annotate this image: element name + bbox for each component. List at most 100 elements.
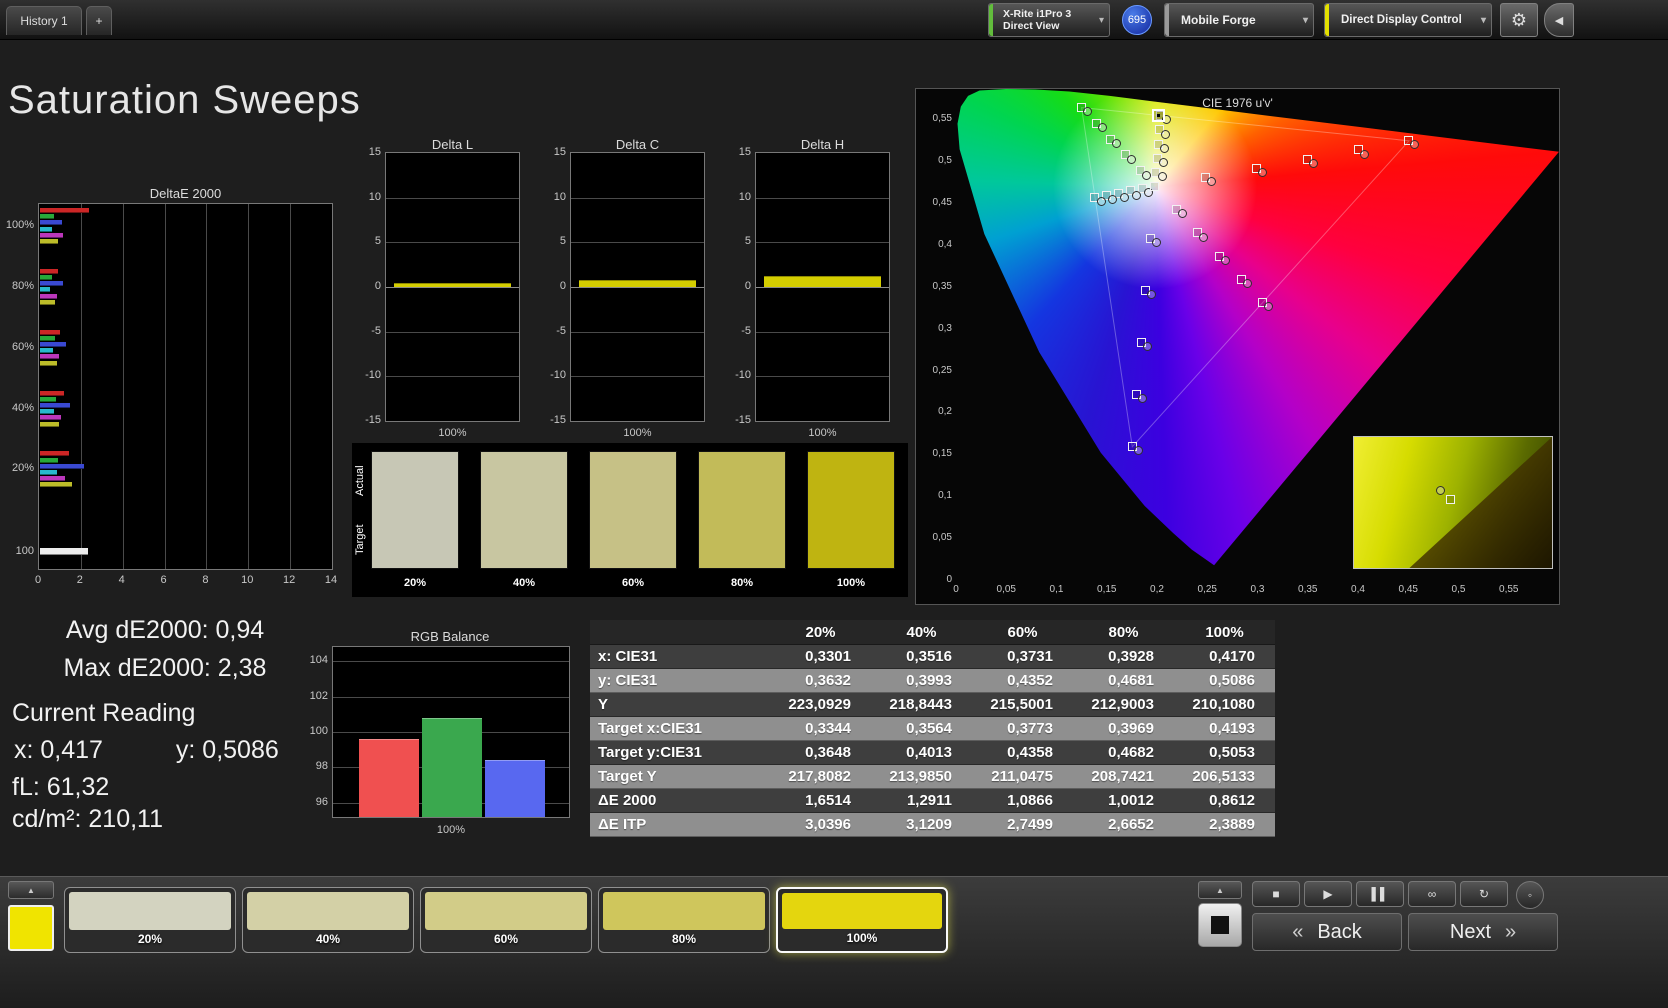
table-row-label: Y <box>590 693 770 717</box>
sample-swatch-label: 80% <box>730 577 754 589</box>
next-button[interactable]: Next » <box>1408 913 1558 951</box>
max-de2000: Max dE2000: 2,38 <box>63 654 267 682</box>
power-button[interactable]: ◦ <box>1516 881 1544 909</box>
back-button[interactable]: « Back <box>1252 913 1402 951</box>
de-bar <box>40 335 55 341</box>
table-cell: 0,4352 <box>972 669 1073 693</box>
workflow-accent-strip <box>1325 4 1329 36</box>
plus-icon: + <box>95 14 103 28</box>
table-row-label: Target x:CIE31 <box>590 717 770 741</box>
x-tick-label: 14 <box>324 574 338 586</box>
table-cell: 0,5053 <box>1174 741 1275 765</box>
stop-pattern-button[interactable] <box>1198 903 1242 947</box>
settings-gear-icon: ⚙ <box>1510 9 1528 30</box>
inset-measured-marker <box>1436 485 1446 495</box>
stop-square-icon <box>1211 916 1229 934</box>
swatch-chip <box>247 892 409 930</box>
x-tick-label: 8 <box>202 574 209 586</box>
y-tick-label: -5 <box>371 324 381 337</box>
cie-zoom-inset <box>1353 436 1553 569</box>
gridline <box>122 204 124 569</box>
y-tick-label: 100 <box>15 545 34 558</box>
de-bar <box>40 482 73 488</box>
gridline <box>571 376 704 378</box>
table-row-label: ΔE 2000 <box>590 789 770 813</box>
red-measured-marker <box>1258 167 1268 177</box>
sample-swatch-label: 100% <box>836 577 866 589</box>
y-tick-label: -10 <box>735 369 751 382</box>
table-cell: 213,9850 <box>871 765 972 789</box>
saturation-swatch-button-100%[interactable]: 100% <box>776 887 948 953</box>
y-tick-label: 40% <box>11 401 34 414</box>
y-tick-label: -15 <box>365 414 381 426</box>
saturation-swatch-button-80%[interactable]: 80% <box>598 887 770 953</box>
blue-bar <box>485 760 545 817</box>
saturation-swatch-button-60%[interactable]: 60% <box>420 887 592 953</box>
table-header: 80% <box>1073 620 1174 645</box>
bottom-bar: ▲ ▲ « Back Next » 20% 40% 60% 80% 100% ■ ▶ ▌▌ ∞ ↻… <box>0 876 1668 1008</box>
y-tick-label: 0 <box>559 280 566 292</box>
table-cell: 2,7499 <box>972 813 1073 837</box>
y-tick-label: -5 <box>556 324 566 337</box>
table-cell: 0,3632 <box>770 669 871 693</box>
current-color-swatch <box>8 905 54 951</box>
rgb-balance-plot <box>332 646 570 818</box>
up-arrow-icon: ▲ <box>1216 885 1224 895</box>
sample-swatch-60% <box>589 451 677 569</box>
gridline <box>386 242 519 244</box>
refresh-button[interactable]: ↻ <box>1460 881 1508 907</box>
de-bar <box>40 220 62 226</box>
magenta-measured-marker <box>1242 279 1252 289</box>
table-cell: 0,3969 <box>1073 717 1174 741</box>
x-tick-label: 0,1 <box>1049 584 1064 595</box>
settings-button[interactable]: ⚙ <box>1500 3 1538 37</box>
deltaC-title: Delta C <box>615 137 660 152</box>
y-tick-label: 80% <box>11 279 34 292</box>
y-tick-label: 100 <box>309 725 328 737</box>
loop-infinite-button[interactable]: ∞ <box>1408 881 1456 907</box>
gridline <box>571 331 704 333</box>
table-cell: 0,3731 <box>972 645 1073 669</box>
chevron-right-icon: » <box>1505 920 1517 943</box>
y-tick-label: 10 <box>368 190 381 203</box>
table-cell: 218,8443 <box>871 693 972 717</box>
deltae2000-xlabels: 0 2 4 6 8 10 12 14 <box>35 574 337 588</box>
saturation-swatch-button-20%[interactable]: 20% <box>64 887 236 953</box>
table-cell: 0,4013 <box>871 741 972 765</box>
session-count-badge[interactable]: 695 <box>1122 5 1152 35</box>
meter-dropdown[interactable]: X-Rite i1Pro 3 Direct View ▾ <box>988 3 1110 37</box>
de-bar <box>40 451 70 457</box>
table-header: 20% <box>770 620 871 645</box>
page-title: Saturation Sweeps <box>8 78 361 122</box>
table-cell: 3,1209 <box>871 813 972 837</box>
table-cell: 0,5086 <box>1174 669 1275 693</box>
new-tab-button[interactable]: + <box>86 6 112 35</box>
current-cdm2: cd/m²: 210,11 <box>12 805 164 833</box>
scroll-up-right-button[interactable]: ▲ <box>1198 881 1242 899</box>
collapse-panel-button[interactable]: ◀ <box>1544 3 1574 37</box>
saturation-swatch-button-40%[interactable]: 40% <box>242 887 414 953</box>
table-cell: 0,3344 <box>770 717 871 741</box>
data-table: 20% 40% 60% 80% 100% x: CIE31 0,3301 0,3516 0,37… <box>590 620 1277 837</box>
y-tick-label: 15 <box>738 146 751 158</box>
workflow-dropdown[interactable]: Direct Display Control ▾ <box>1324 3 1492 37</box>
de-bar <box>40 214 54 220</box>
cie-diagram-panel: CIE 1976 u'v' 0 0 0,05 0,05 0,1 0,1 0,15 0,15 0,… <box>915 88 1560 605</box>
pause-button[interactable]: ▌▌ <box>1356 881 1404 907</box>
green-measured-marker <box>1097 123 1107 133</box>
history-tab[interactable]: History 1 <box>6 6 82 35</box>
stop-button[interactable]: ■ <box>1252 881 1300 907</box>
source-name: Mobile Forge <box>1181 13 1256 27</box>
table-row-label: Target y:CIE31 <box>590 741 770 765</box>
swatch-label: 40% <box>315 932 341 946</box>
deltae2000-ylabels: 100% 80% 60% 40% 20% 100 <box>0 203 36 570</box>
table-corner <box>590 620 770 645</box>
sample-swatch-label: 40% <box>512 577 536 589</box>
source-dropdown[interactable]: Mobile Forge ▾ <box>1164 3 1314 37</box>
table-cell: 223,0929 <box>770 693 871 717</box>
play-button[interactable]: ▶ <box>1304 881 1352 907</box>
table-cell: 210,1080 <box>1174 693 1275 717</box>
blue-measured-marker <box>1151 238 1161 248</box>
swatch-chip <box>782 893 942 929</box>
scroll-up-left-button[interactable]: ▲ <box>8 881 54 899</box>
